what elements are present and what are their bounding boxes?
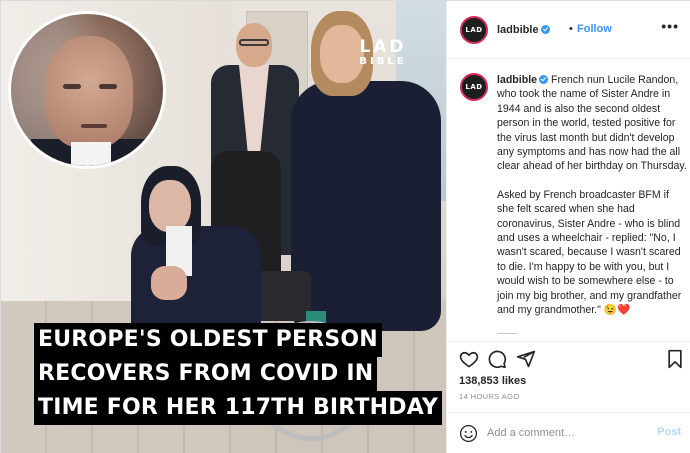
logo-line-1: LAD [359, 37, 407, 57]
headline-line-1: EUROPE'S OLDEST PERSON [34, 323, 382, 357]
caption-username[interactable]: ladbible [497, 74, 549, 86]
username-link[interactable]: ladbible [497, 24, 550, 36]
more-options-icon[interactable]: ••• [661, 18, 679, 34]
comment-input[interactable] [487, 424, 647, 442]
heart-icon[interactable] [459, 349, 479, 369]
avatar[interactable]: LAD [460, 16, 488, 44]
ladbible-logo: LAD BIBLE [353, 39, 413, 69]
username-text: ladbible [497, 24, 539, 36]
avatar-text: LAD [465, 26, 483, 34]
bookmark-icon[interactable] [665, 349, 685, 369]
caption-username-text: ladbible [497, 74, 538, 86]
headline-overlay: EUROPE'S OLDEST PERSON RECOVERS FROM COV… [34, 323, 442, 425]
caption-paragraph-1: French nun Lucile Randon, who took the n… [497, 74, 687, 173]
caption: ladbible French nun Lucile Randon, who t… [497, 73, 687, 332]
post-header: LAD ladbible • Follow ••• [447, 1, 690, 59]
portrait-inset [8, 11, 166, 169]
share-icon[interactable] [516, 349, 536, 369]
view-replies-line [497, 333, 517, 340]
headline-line-3: TIME FOR HER 117TH BIRTHDAY [34, 391, 442, 425]
action-bar [447, 341, 690, 371]
caption-area: LAD ladbible French nun Lucile Randon, w… [447, 59, 690, 341]
caption-avatar[interactable]: LAD [460, 73, 488, 101]
post-comment-button[interactable]: Post [657, 426, 681, 438]
caption-avatar-text: LAD [465, 83, 483, 91]
verified-badge-icon [540, 25, 550, 34]
post-sidebar: LAD ladbible • Follow ••• LAD ladbible F… [446, 1, 690, 453]
separator-dot: • [569, 23, 573, 35]
emoji-icon[interactable] [459, 424, 478, 443]
headline-line-2: RECOVERS FROM COVID IN [34, 357, 378, 391]
comment-icon[interactable] [487, 349, 507, 369]
instagram-post: LAD BIBLE EUROPE'S OLDEST PERSON RECOVER… [0, 0, 690, 453]
follow-button[interactable]: Follow [577, 23, 612, 35]
caption-paragraph-2: Asked by French broadcaster BFM if she f… [497, 188, 682, 317]
post-image[interactable]: LAD BIBLE EUROPE'S OLDEST PERSON RECOVER… [1, 1, 446, 453]
logo-line-2: BIBLE [359, 56, 407, 67]
post-timestamp[interactable]: 14 HOURS AGO [459, 392, 520, 401]
likes-count[interactable]: 138,853 likes [459, 375, 526, 387]
comment-bar: Post [447, 412, 690, 453]
verified-badge-icon [539, 75, 549, 84]
